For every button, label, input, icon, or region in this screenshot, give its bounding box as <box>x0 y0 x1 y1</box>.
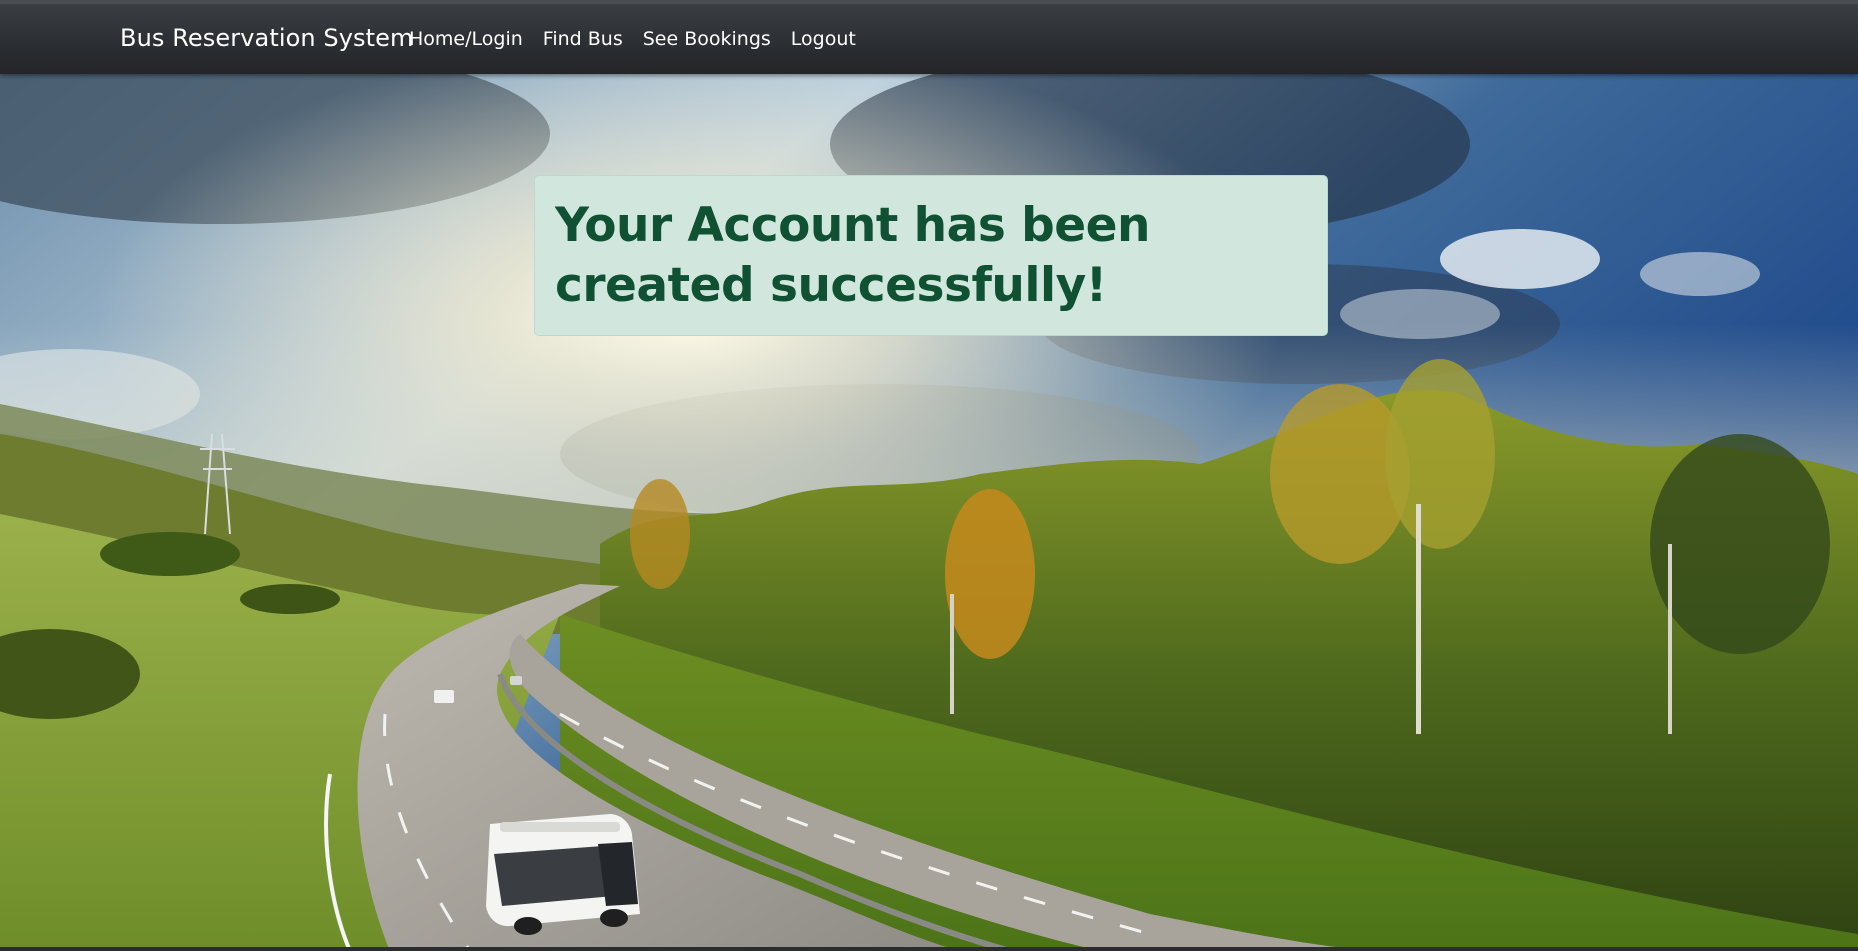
alert-message: Your Account has been created successful… <box>555 198 1151 313</box>
navbar-brand[interactable]: Bus Reservation System <box>120 24 414 52</box>
nav-link-find-bus[interactable]: Find Bus <box>543 28 623 50</box>
nav-link-logout[interactable]: Logout <box>791 28 856 50</box>
page: Bus Reservation System Home/Login Find B… <box>0 0 1858 951</box>
success-alert: Your Account has been created successful… <box>534 175 1328 336</box>
nav-link-see-bookings[interactable]: See Bookings <box>643 28 771 50</box>
nav-link-home-login[interactable]: Home/Login <box>409 28 523 50</box>
nav-links: Home/Login Find Bus See Bookings Logout <box>409 28 876 50</box>
top-navbar: Bus Reservation System Home/Login Find B… <box>0 0 1858 74</box>
bottom-edge <box>0 947 1858 951</box>
